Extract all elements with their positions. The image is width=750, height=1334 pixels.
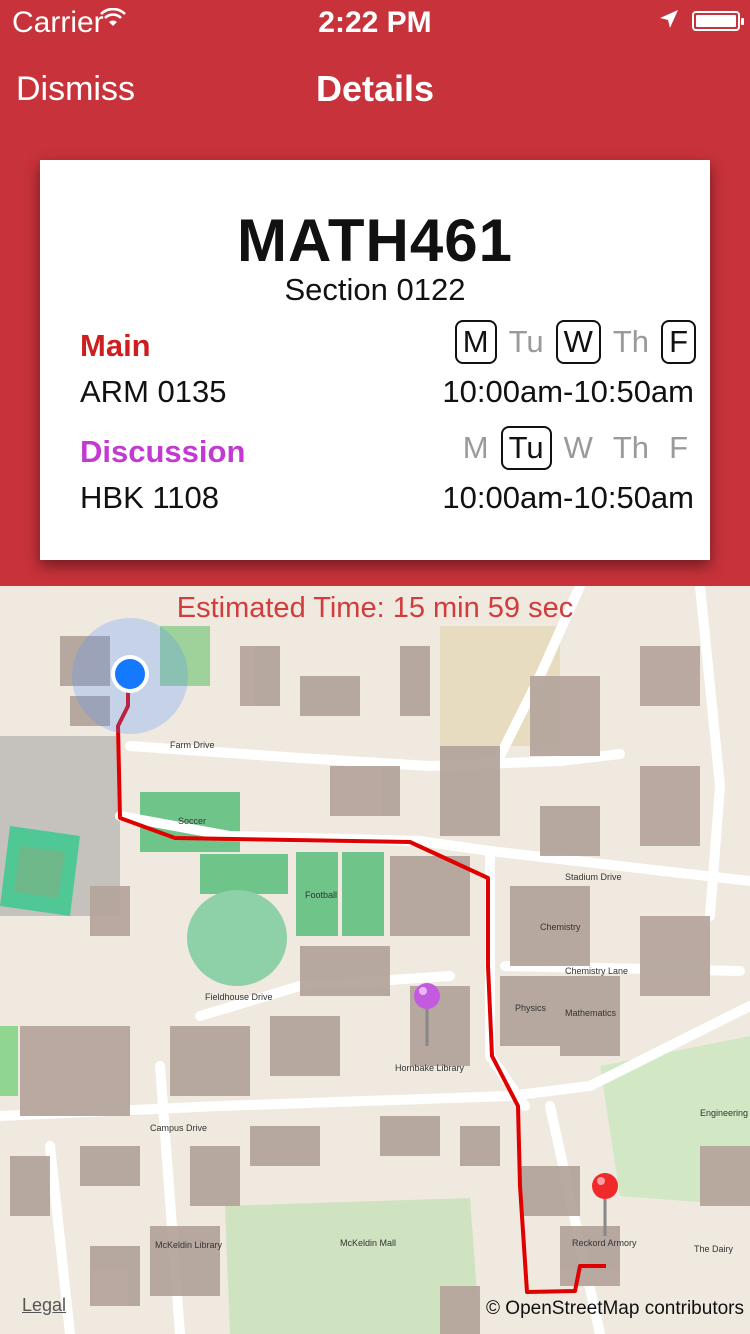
status-bar: Carrier 2:22 PM bbox=[0, 0, 750, 40]
label-football: Football bbox=[305, 890, 337, 900]
label-fieldhouse-drive: Fieldhouse Drive bbox=[205, 992, 273, 1002]
label-engineering-fields: Engineering Fields bbox=[700, 1108, 750, 1118]
label-the-dairy: The Dairy bbox=[694, 1244, 734, 1254]
day-f: F bbox=[669, 430, 688, 465]
main-location: ARM 0135 bbox=[80, 374, 227, 409]
label-mathematics: Mathematics bbox=[565, 1008, 617, 1018]
day-m: M bbox=[462, 430, 489, 465]
campus-map[interactable]: Farm Drive Stadium Drive Chemistry Lane … bbox=[0, 586, 750, 1334]
discussion-time: 10:00am-10:50am bbox=[442, 480, 694, 515]
legal-link[interactable]: Legal bbox=[22, 1295, 66, 1316]
discussion-meeting-label: Discussion bbox=[80, 434, 246, 469]
day-th: Th bbox=[612, 430, 650, 465]
discussion-location: HBK 1108 bbox=[80, 480, 220, 515]
course-code: MATH461 bbox=[237, 207, 513, 274]
label-mall: McKeldin Mall bbox=[340, 1238, 396, 1248]
map-canvas[interactable]: Farm Drive Stadium Drive Chemistry Lane … bbox=[0, 586, 750, 1334]
main-days: M Tu W Th F bbox=[454, 320, 696, 364]
day-f: F bbox=[661, 320, 696, 364]
current-location-icon bbox=[115, 659, 145, 689]
discussion-days: M Tu W Th F bbox=[455, 426, 696, 470]
course-details-card: MATH461 Section 0122 Main M Tu W Th F ARM 01… bbox=[40, 160, 710, 560]
day-tu: Tu bbox=[500, 426, 552, 470]
day-w: W bbox=[563, 430, 593, 465]
estimated-time-label: Estimated Time: 15 min 59 sec bbox=[176, 592, 574, 624]
battery-icon bbox=[692, 11, 744, 31]
day-th: Th bbox=[612, 324, 650, 359]
clock: 2:22 PM bbox=[318, 6, 432, 39]
map-attribution[interactable]: © OpenStreetMap contributors bbox=[486, 1298, 744, 1320]
label-chemistry-lane: Chemistry Lane bbox=[565, 966, 628, 976]
main-meeting-label: Main bbox=[80, 328, 151, 363]
label-mckeldin: McKeldin Library bbox=[155, 1240, 223, 1250]
label-chemistry: Chemistry bbox=[540, 922, 581, 932]
label-physics: Physics bbox=[515, 1003, 547, 1013]
label-campus-drive: Campus Drive bbox=[150, 1123, 207, 1133]
day-tu: Tu bbox=[508, 324, 544, 359]
day-m: M bbox=[454, 320, 497, 364]
label-hornbake: Hornbake Library bbox=[395, 1063, 465, 1073]
main-time: 10:00am-10:50am bbox=[442, 374, 694, 409]
section-label: Section 0122 bbox=[284, 272, 466, 307]
label-armory: Reckord Armory bbox=[572, 1238, 637, 1248]
navigation-bar: Dismiss Details bbox=[0, 40, 750, 134]
label-soccer: Soccer bbox=[178, 816, 206, 826]
dismiss-button[interactable]: Dismiss bbox=[16, 70, 135, 109]
location-arrow-icon bbox=[660, 10, 678, 28]
label-farm-drive: Farm Drive bbox=[170, 740, 215, 750]
day-w: W bbox=[555, 320, 601, 364]
label-stadium-drive: Stadium Drive bbox=[565, 872, 622, 882]
